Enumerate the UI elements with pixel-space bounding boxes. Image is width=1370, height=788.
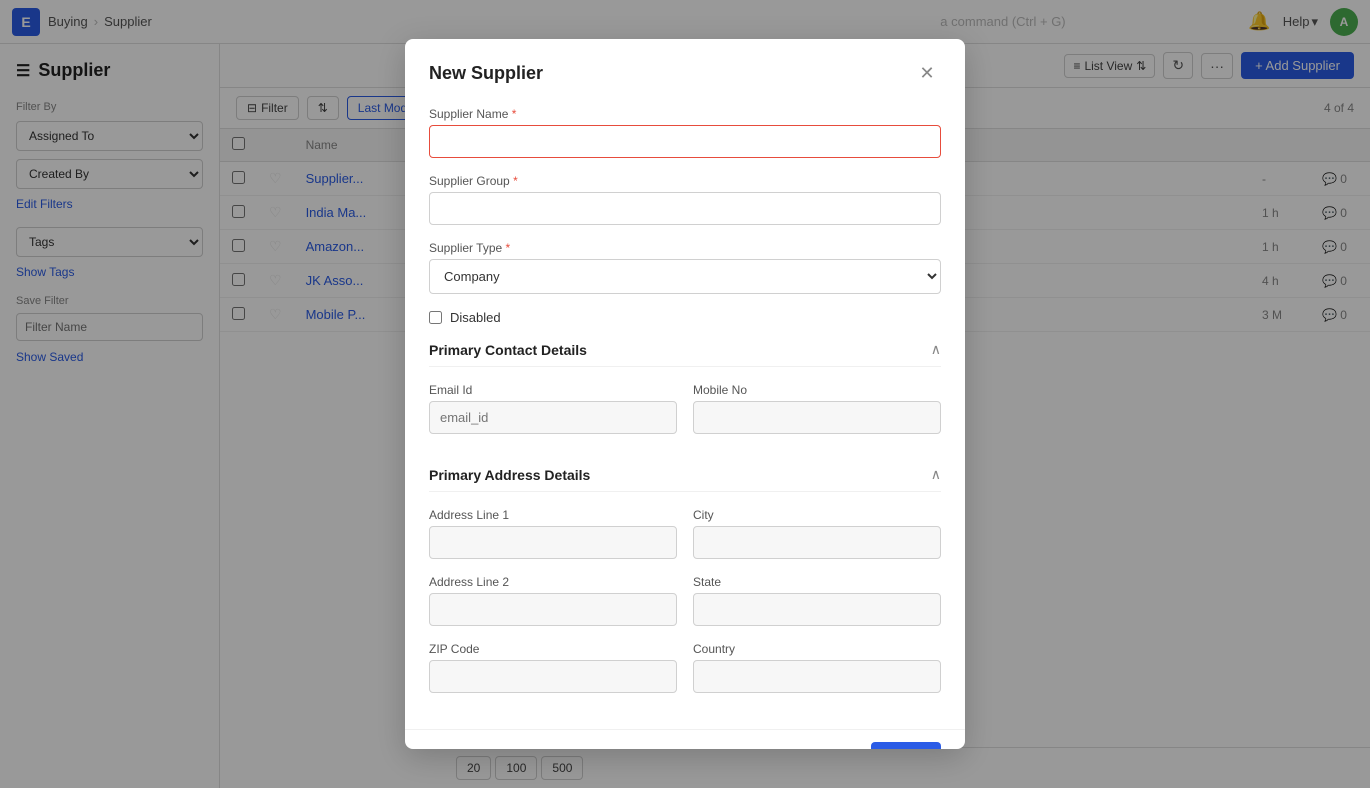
city-label: City xyxy=(693,508,941,522)
contact-row: Email Id Mobile No xyxy=(429,383,941,450)
modal-title: New Supplier xyxy=(429,63,543,84)
address-row-2: Address Line 2 State xyxy=(429,575,941,642)
new-supplier-modal: New Supplier ✕ Supplier Name * Supplier … xyxy=(405,39,965,748)
address-line1-group: Address Line 1 xyxy=(429,508,677,559)
mobile-input[interactable] xyxy=(693,401,941,434)
state-group: State xyxy=(693,575,941,626)
state-label: State xyxy=(693,575,941,589)
zip-group: ZIP Code xyxy=(429,642,677,693)
supplier-name-input[interactable] xyxy=(429,125,941,158)
primary-address-title: Primary Address Details xyxy=(429,467,590,483)
city-group: City xyxy=(693,508,941,559)
address-line2-label: Address Line 2 xyxy=(429,575,677,589)
supplier-group-group: Supplier Group * xyxy=(429,174,941,225)
supplier-type-group: Supplier Type * Company Individual xyxy=(429,241,941,294)
country-input[interactable]: India xyxy=(693,660,941,693)
address-line1-label: Address Line 1 xyxy=(429,508,677,522)
primary-contact-title: Primary Contact Details xyxy=(429,342,587,358)
state-input[interactable] xyxy=(693,593,941,626)
modal-header: New Supplier ✕ xyxy=(405,39,965,103)
mobile-label: Mobile No xyxy=(693,383,941,397)
modal-overlay: New Supplier ✕ Supplier Name * Supplier … xyxy=(0,0,1370,788)
email-input[interactable] xyxy=(429,401,677,434)
country-group: Country India xyxy=(693,642,941,693)
supplier-group-label: Supplier Group * xyxy=(429,174,941,188)
edit-full-page-button[interactable]: ✏ Edit in full page xyxy=(429,744,535,749)
required-mark: * xyxy=(513,174,518,188)
required-mark: * xyxy=(506,241,511,255)
address-row-1: Address Line 1 City xyxy=(429,508,941,575)
zip-label: ZIP Code xyxy=(429,642,677,656)
city-input[interactable] xyxy=(693,526,941,559)
email-label: Email Id xyxy=(429,383,677,397)
email-group: Email Id xyxy=(429,383,677,434)
modal-close-button[interactable]: ✕ xyxy=(913,59,941,87)
primary-contact-section-header: Primary Contact Details ∧ xyxy=(429,341,941,367)
disabled-label: Disabled xyxy=(450,310,501,325)
address-line2-group: Address Line 2 xyxy=(429,575,677,626)
primary-address-section-header: Primary Address Details ∧ xyxy=(429,466,941,492)
supplier-name-group: Supplier Name * xyxy=(429,107,941,158)
disabled-row: Disabled xyxy=(429,310,941,325)
required-mark: * xyxy=(512,107,517,121)
save-button[interactable]: Save xyxy=(871,742,941,748)
collapse-contact-icon[interactable]: ∧ xyxy=(931,341,941,358)
supplier-type-label: Supplier Type * xyxy=(429,241,941,255)
supplier-name-label: Supplier Name * xyxy=(429,107,941,121)
address-row-3: ZIP Code Country India xyxy=(429,642,941,709)
address-line1-input[interactable] xyxy=(429,526,677,559)
country-label: Country xyxy=(693,642,941,656)
modal-body: Supplier Name * Supplier Group * Supplie… xyxy=(405,103,965,729)
disabled-checkbox[interactable] xyxy=(429,311,442,324)
supplier-type-select[interactable]: Company Individual xyxy=(429,259,941,294)
zip-input[interactable] xyxy=(429,660,677,693)
collapse-address-icon[interactable]: ∧ xyxy=(931,466,941,483)
mobile-group: Mobile No xyxy=(693,383,941,434)
supplier-group-input[interactable] xyxy=(429,192,941,225)
modal-footer: ✏ Edit in full page Save xyxy=(405,729,965,748)
address-line2-input[interactable] xyxy=(429,593,677,626)
